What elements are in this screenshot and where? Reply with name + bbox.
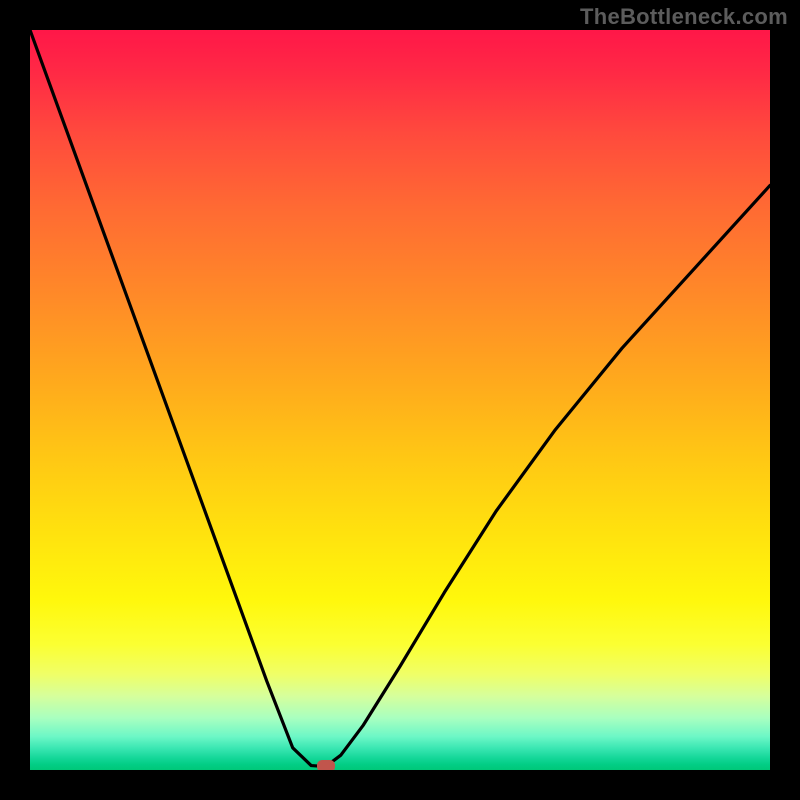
- plot-area: [30, 30, 770, 770]
- watermark-text: TheBottleneck.com: [580, 4, 788, 30]
- curve-path: [30, 30, 770, 766]
- curve-svg: [30, 30, 770, 770]
- chart-frame: TheBottleneck.com: [0, 0, 800, 800]
- minimum-marker: [317, 760, 335, 770]
